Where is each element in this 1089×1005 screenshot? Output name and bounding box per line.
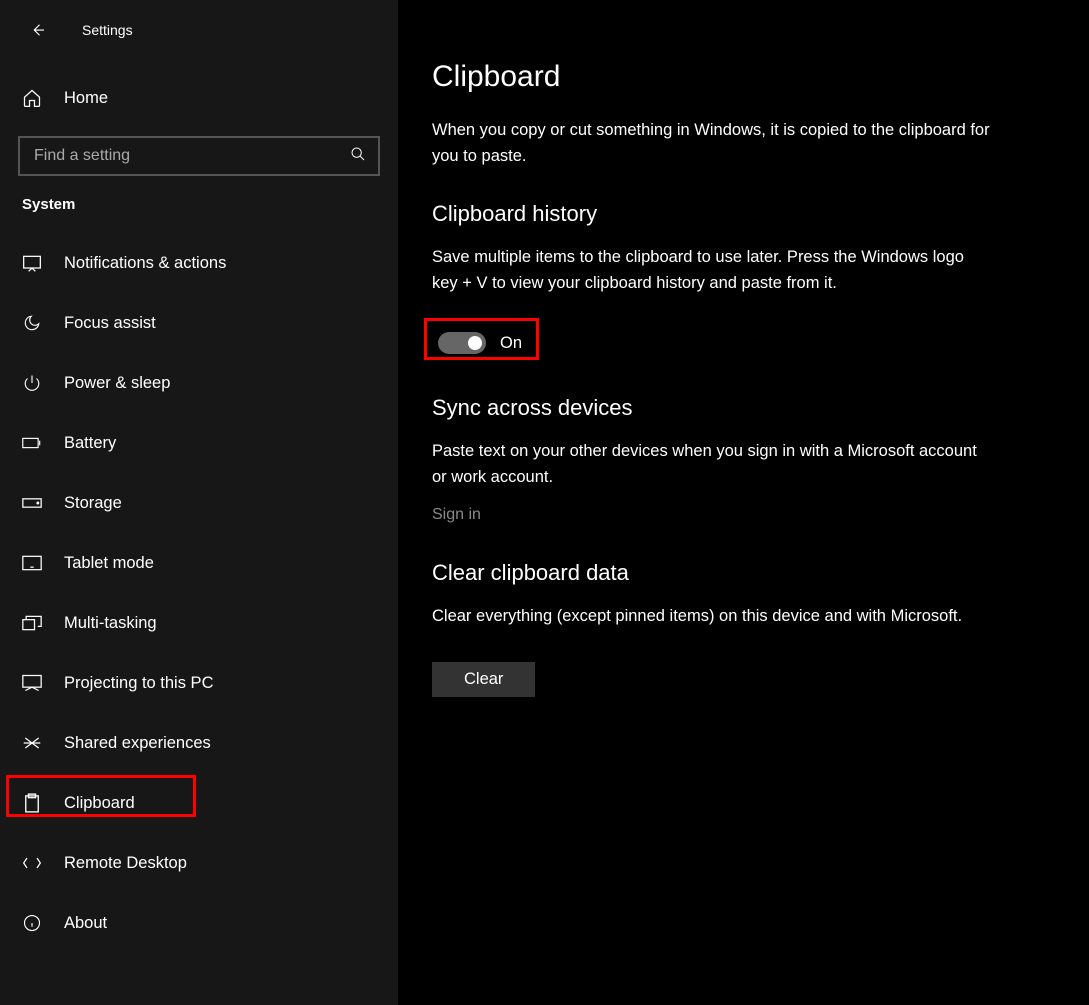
back-button[interactable] — [26, 18, 50, 42]
sidebar-item-projecting[interactable]: Projecting to this PC — [0, 653, 398, 713]
page-intro: When you copy or cut something in Window… — [432, 118, 992, 169]
sidebar-item-focus-assist[interactable]: Focus assist — [0, 293, 398, 353]
search-container — [18, 136, 380, 176]
remote-icon — [22, 853, 42, 873]
search-input[interactable] — [34, 147, 350, 165]
arrow-left-icon — [29, 21, 47, 39]
sidebar-item-label: Multi-tasking — [64, 614, 157, 633]
sign-in-link[interactable]: Sign in — [432, 506, 481, 524]
header-row: Settings — [0, 8, 398, 52]
sidebar-item-power-sleep[interactable]: Power & sleep — [0, 353, 398, 413]
section-description: Save multiple items to the clipboard to … — [432, 245, 992, 296]
clipboard-history-toggle[interactable] — [438, 332, 486, 354]
section-label: System — [0, 196, 398, 213]
sidebar-item-about[interactable]: About — [0, 893, 398, 953]
sidebar-item-label: Remote Desktop — [64, 854, 187, 873]
toggle-state-label: On — [500, 334, 522, 353]
clear-button[interactable]: Clear — [432, 662, 535, 697]
sidebar-item-shared-experiences[interactable]: Shared experiences — [0, 713, 398, 773]
battery-icon — [22, 433, 42, 453]
about-icon — [22, 913, 42, 933]
storage-icon — [22, 493, 42, 513]
section-clipboard-history: Clipboard history Save multiple items to… — [432, 201, 1049, 359]
sidebar-item-tablet-mode[interactable]: Tablet mode — [0, 533, 398, 593]
sidebar-item-label: Power & sleep — [64, 374, 170, 393]
nav-list: Notifications & actions Focus assist Pow… — [0, 233, 398, 953]
sidebar-item-label: Storage — [64, 494, 122, 513]
sidebar-item-label: Focus assist — [64, 314, 156, 333]
multitask-icon — [22, 613, 42, 633]
sidebar-item-remote-desktop[interactable]: Remote Desktop — [0, 833, 398, 893]
notifications-icon — [22, 253, 42, 273]
search-box[interactable] — [18, 136, 380, 176]
moon-icon — [22, 313, 42, 333]
sidebar-item-label: Notifications & actions — [64, 254, 226, 273]
shared-icon — [22, 733, 42, 753]
sidebar-item-label: Battery — [64, 434, 116, 453]
sidebar-item-clipboard[interactable]: Clipboard — [0, 773, 398, 833]
sidebar-item-label: Clipboard — [64, 794, 135, 813]
section-description: Clear everything (except pinned items) o… — [432, 604, 992, 630]
search-icon — [350, 146, 366, 167]
sidebar-item-label: Shared experiences — [64, 734, 211, 753]
page-title: Clipboard — [432, 60, 1049, 94]
power-icon — [22, 373, 42, 393]
sidebar-item-notifications[interactable]: Notifications & actions — [0, 233, 398, 293]
project-icon — [22, 673, 42, 693]
section-clear-clipboard: Clear clipboard data Clear everything (e… — [432, 560, 1049, 697]
sidebar: Settings Home System Notifications & act… — [0, 0, 398, 1005]
sidebar-item-label: Tablet mode — [64, 554, 154, 573]
tablet-icon — [22, 553, 42, 573]
section-description: Paste text on your other devices when yo… — [432, 439, 992, 490]
sidebar-item-multitasking[interactable]: Multi-tasking — [0, 593, 398, 653]
sidebar-item-label: About — [64, 914, 107, 933]
section-sync-devices: Sync across devices Paste text on your o… — [432, 395, 1049, 524]
home-label: Home — [64, 89, 108, 108]
section-heading: Clipboard history — [432, 201, 1049, 227]
section-heading: Clear clipboard data — [432, 560, 1049, 586]
sidebar-item-battery[interactable]: Battery — [0, 413, 398, 473]
sidebar-item-storage[interactable]: Storage — [0, 473, 398, 533]
clipboard-icon — [22, 793, 42, 813]
home-icon — [22, 88, 42, 108]
toggle-row: On — [432, 328, 528, 358]
main-content: Clipboard When you copy or cut something… — [398, 0, 1089, 1005]
app-title: Settings — [82, 22, 133, 38]
home-nav[interactable]: Home — [0, 72, 398, 124]
section-heading: Sync across devices — [432, 395, 1049, 421]
sidebar-item-label: Projecting to this PC — [64, 674, 213, 693]
